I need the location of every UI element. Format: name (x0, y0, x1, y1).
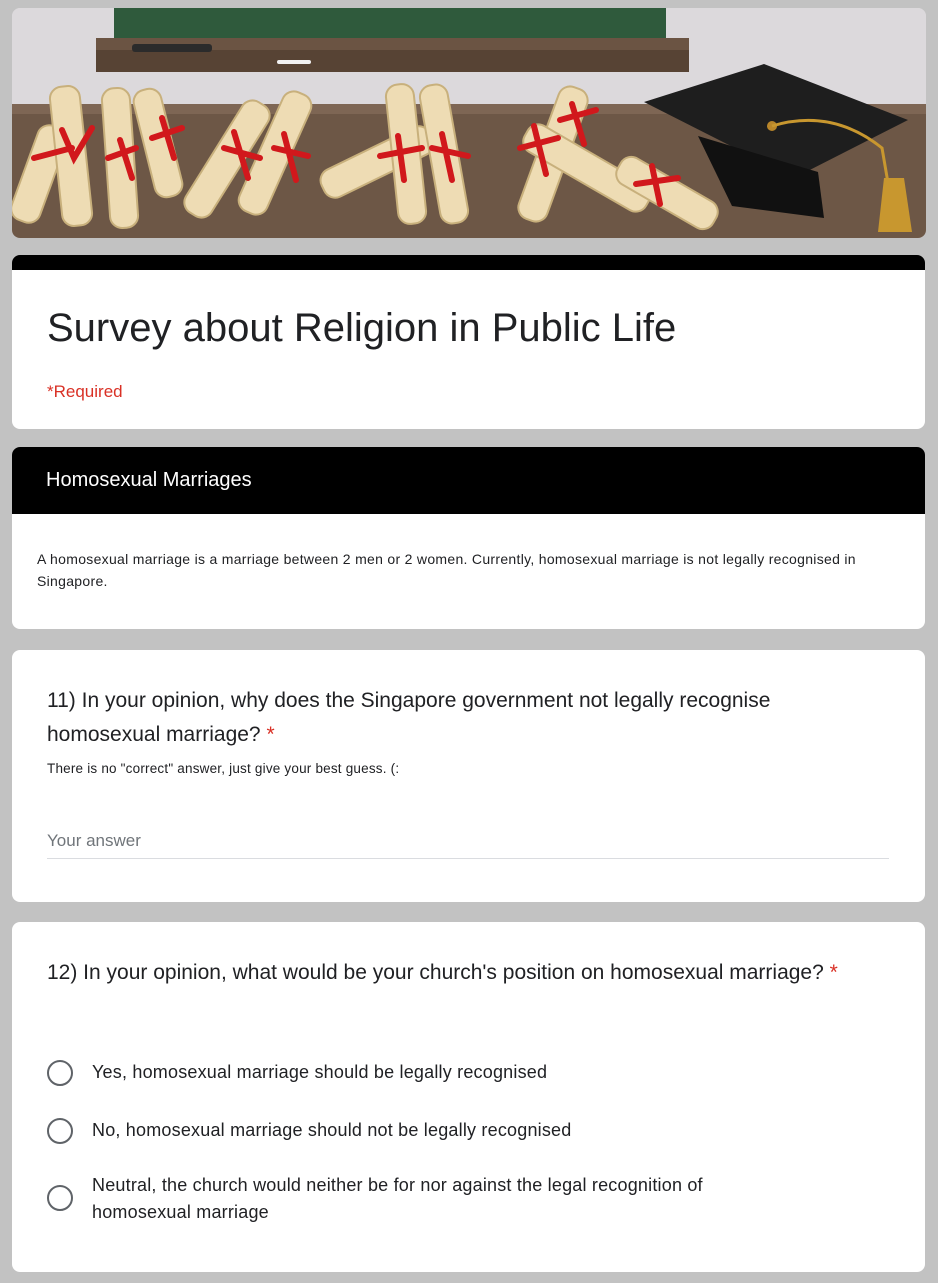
graduation-scrolls-illustration (12, 8, 926, 238)
radio-option-neutral[interactable]: Neutral, the church would neither be for… (47, 1172, 887, 1226)
question-12-text: 12) In your opinion, what would be your … (47, 961, 824, 984)
radio-option-label: Yes, homosexual marriage should be legal… (92, 1062, 548, 1082)
required-asterisk: * (266, 723, 275, 746)
radio-option-label: No, homosexual marriage should not be le… (92, 1120, 572, 1140)
form-title: Survey about Religion in Public Life (47, 306, 677, 350)
header-banner-image (12, 8, 926, 238)
radio-option-label: Neutral, the church would neither be for… (92, 1175, 703, 1222)
section-card: Homosexual Marriages A homosexual marria… (12, 447, 925, 629)
question-12-card: 12) In your opinion, what would be your … (12, 922, 925, 1272)
required-asterisk: * (829, 961, 838, 984)
section-header: Homosexual Marriages (12, 447, 925, 514)
question-11-card: 11) In your opinion, why does the Singap… (12, 650, 925, 902)
question-11-answer-input[interactable] (47, 826, 889, 856)
radio-button-icon[interactable] (47, 1118, 73, 1144)
question-11-text: 11) In your opinion, why does the Singap… (47, 689, 771, 746)
required-note: *Required (47, 382, 123, 401)
question-11-answer-field[interactable] (47, 826, 889, 859)
form-title-card: Survey about Religion in Public Life *Re… (12, 255, 925, 429)
section-description: A homosexual marriage is a marriage betw… (37, 551, 856, 589)
radio-button-icon[interactable] (47, 1060, 73, 1086)
question-12-title: 12) In your opinion, what would be your … (47, 956, 877, 990)
radio-option-no[interactable]: No, homosexual marriage should not be le… (47, 1118, 887, 1144)
radio-option-yes[interactable]: Yes, homosexual marriage should be legal… (47, 1060, 887, 1086)
radio-button-icon[interactable] (47, 1185, 73, 1211)
question-11-help-text: There is no "correct" answer, just give … (47, 761, 400, 776)
question-11-title: 11) In your opinion, why does the Singap… (47, 684, 877, 752)
